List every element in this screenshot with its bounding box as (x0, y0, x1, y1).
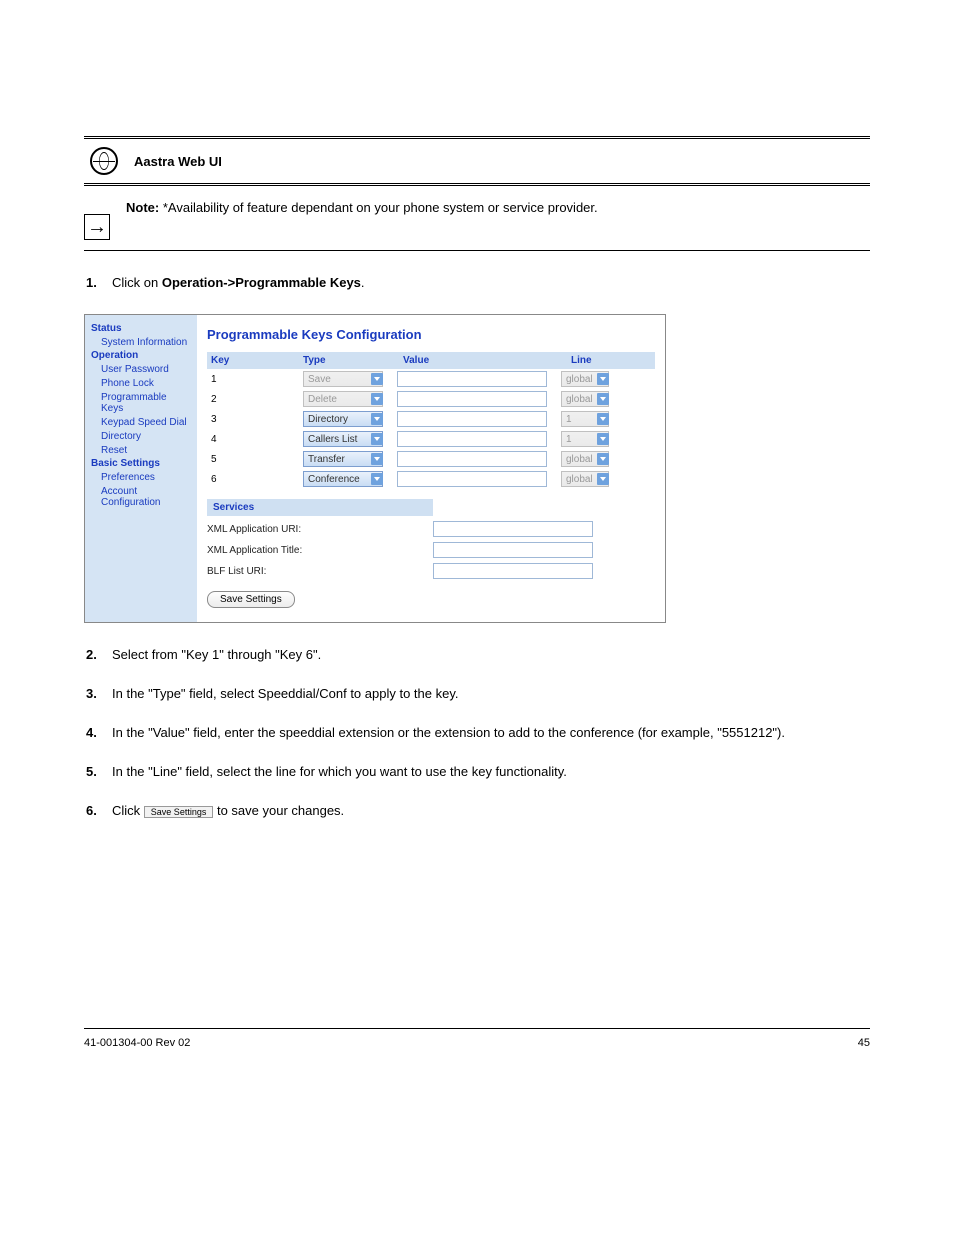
content-panel: Programmable Keys Configuration Key Type… (197, 315, 665, 622)
svc-xml-uri-row: XML Application URI: (207, 521, 655, 537)
table-header: Key Type Value Line (207, 352, 655, 369)
value-input[interactable] (397, 431, 547, 447)
footer-rule (84, 1028, 870, 1029)
svc-blf-uri-row: BLF List URI: (207, 563, 655, 579)
table-row: 5 (207, 449, 655, 469)
arrow-box: → (84, 214, 110, 240)
sidebar-user-password[interactable]: User Password (91, 364, 191, 375)
note-text: *Availability of feature dependant on yo… (163, 200, 598, 215)
col-value: Value (403, 355, 571, 366)
note-body: Note: *Availability of feature dependant… (126, 200, 598, 215)
note-bold: Note: (126, 200, 159, 215)
key-cell: 2 (211, 394, 303, 405)
footer-right: 45 (858, 1037, 870, 1049)
line-select (561, 371, 609, 387)
tiny-save-settings-icon: Save Settings (144, 806, 214, 818)
panel-title: Programmable Keys Configuration (207, 327, 655, 342)
sidebar-basic-settings[interactable]: Basic Settings (91, 458, 191, 469)
type-select[interactable] (303, 451, 383, 467)
footer-left: 41-001304-00 Rev 02 (84, 1037, 190, 1049)
col-type: Type (303, 355, 403, 366)
line-select (561, 391, 609, 407)
step-num-1: 1. (86, 275, 112, 290)
programmable-keys-screenshot: Status System Information Operation User… (84, 314, 666, 623)
footer: 41-001304-00 Rev 02 45 (84, 1037, 870, 1049)
sidebar-operation[interactable]: Operation (91, 350, 191, 361)
value-input[interactable] (397, 451, 547, 467)
sidebar-reset[interactable]: Reset (91, 445, 191, 456)
key-cell: 4 (211, 434, 303, 445)
value-input[interactable] (397, 371, 547, 387)
note-underline (84, 250, 870, 251)
col-line: Line (571, 355, 635, 366)
value-input[interactable] (397, 471, 547, 487)
type-select (303, 391, 383, 407)
xml-uri-label: XML Application URI: (207, 524, 433, 535)
table-row: 1 (207, 369, 655, 389)
line-select (561, 431, 609, 447)
line-select (561, 451, 609, 467)
step-1-text: Click on Operation->Programmable Keys. (112, 275, 365, 290)
sidebar-account-config[interactable]: Account Configuration (91, 486, 191, 508)
key-cell: 1 (211, 374, 303, 385)
sidebar-keypad-speed[interactable]: Keypad Speed Dial (91, 417, 191, 428)
note-row: → Note: *Availability of feature dependa… (84, 200, 870, 240)
sidebar-directory[interactable]: Directory (91, 431, 191, 442)
xml-title-input[interactable] (433, 542, 593, 558)
blf-uri-label: BLF List URI: (207, 566, 433, 577)
sidebar-phone-lock[interactable]: Phone Lock (91, 378, 191, 389)
aastra-web-ui-band: Aastra Web UI (84, 139, 870, 183)
save-settings-button[interactable]: Save Settings (207, 591, 295, 608)
step-2: 2. Select from "Key 1" through "Key 6". (84, 647, 870, 662)
sidebar-preferences[interactable]: Preferences (91, 472, 191, 483)
type-select[interactable] (303, 411, 383, 427)
svc-xml-title-row: XML Application Title: (207, 542, 655, 558)
sidebar-system-info[interactable]: System Information (91, 337, 191, 348)
globe-icon (90, 147, 118, 175)
blf-uri-input[interactable] (433, 563, 593, 579)
line-select (561, 471, 609, 487)
arrow-right-icon: → (87, 217, 107, 237)
table-row: 6 (207, 469, 655, 489)
sidebar-status[interactable]: Status (91, 323, 191, 334)
sidebar: Status System Information Operation User… (85, 315, 197, 622)
step-4: 4. In the "Value" field, enter the speed… (84, 725, 870, 740)
services-header: Services (207, 499, 433, 516)
xml-title-label: XML Application Title: (207, 545, 433, 556)
type-select[interactable] (303, 471, 383, 487)
col-key: Key (211, 355, 303, 366)
step-5: 5. In the "Line" field, select the line … (84, 764, 870, 779)
value-input[interactable] (397, 411, 547, 427)
type-select (303, 371, 383, 387)
key-cell: 3 (211, 414, 303, 425)
step-1: 1. Click on Operation->Programmable Keys… (84, 275, 870, 290)
mid-double-rule (84, 183, 870, 186)
aastra-web-ui-label: Aastra Web UI (134, 154, 222, 169)
step-3: 3. In the "Type" field, select Speeddial… (84, 686, 870, 701)
type-select[interactable] (303, 431, 383, 447)
line-select (561, 411, 609, 427)
table-row: 2 (207, 389, 655, 409)
table-row: 3 (207, 409, 655, 429)
key-cell: 6 (211, 474, 303, 485)
sidebar-prog-keys[interactable]: Programmable Keys (91, 392, 191, 414)
xml-uri-input[interactable] (433, 521, 593, 537)
value-input[interactable] (397, 391, 547, 407)
key-cell: 5 (211, 454, 303, 465)
step-6: 6. Click Save Settings to save your chan… (84, 803, 870, 818)
table-row: 4 (207, 429, 655, 449)
